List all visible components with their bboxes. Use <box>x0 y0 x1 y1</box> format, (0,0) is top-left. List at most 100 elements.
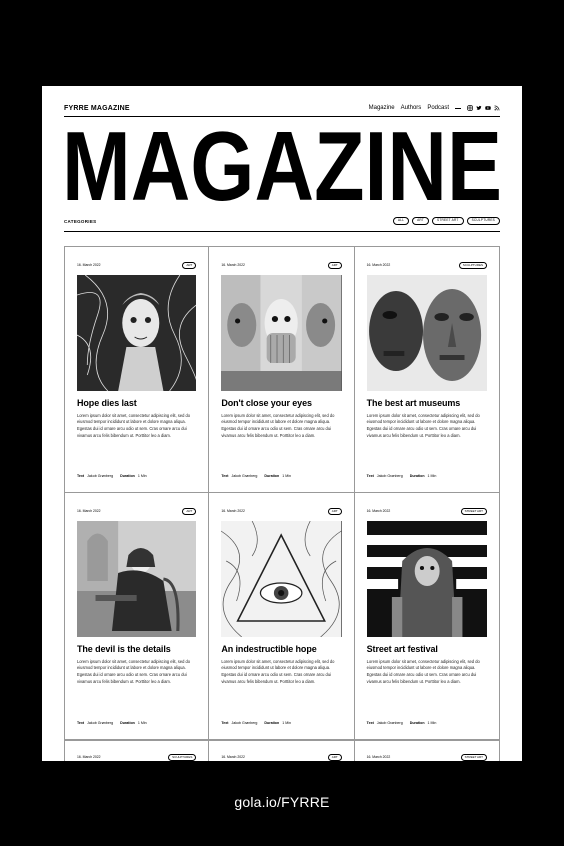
article-tag[interactable]: SCULPTURES <box>458 261 487 269</box>
article-date: 16. March 2022 <box>77 509 101 513</box>
duration-label: Duration <box>120 474 135 478</box>
article-tag[interactable]: STREET ART <box>460 507 487 515</box>
article-title[interactable]: Hope dies last <box>77 398 196 409</box>
text-label: Text <box>366 474 374 478</box>
article-date: 16. March 2022 <box>77 263 101 267</box>
filter-sculptures[interactable]: SCULPTURES <box>466 216 500 226</box>
categories-bar: CATEGORIES ALL ART STREET ART SCULPTURES <box>64 214 500 228</box>
article-excerpt: Lorem ipsum dolor sit amet, consectetur … <box>77 658 191 684</box>
author-name[interactable]: Jakob Grønberg <box>231 721 257 725</box>
nav-divider <box>455 107 461 109</box>
top-navigation: FYRRE MAGAZINE Magazine Authors Podcast <box>64 102 500 114</box>
text-label: Text <box>366 721 374 725</box>
article-image[interactable] <box>366 521 487 637</box>
category-filters: ALL ART STREET ART SCULPTURES <box>392 216 500 226</box>
filter-street-art[interactable]: STREET ART <box>432 216 464 226</box>
article-title[interactable]: An indestructible hope <box>221 644 341 655</box>
duration-value: 1 Min <box>137 721 147 725</box>
article-tag[interactable]: ART <box>327 261 342 269</box>
article-byline: Text Jakob Grønberg Duration 1 Min <box>221 721 291 725</box>
article-image[interactable] <box>366 275 487 391</box>
categories-divider <box>64 231 500 232</box>
duration-value: 1 Min <box>427 474 437 478</box>
article-tag[interactable]: STREET ART <box>460 753 487 761</box>
article-date: 16. March 2022 <box>366 263 391 267</box>
article-card[interactable]: 16. March 2022 ART Don't close your eyes… <box>209 246 355 493</box>
article-byline: Text Jakob Grønberg Duration 1 Min <box>367 474 437 478</box>
header-divider <box>64 116 500 117</box>
article-card[interactable]: 16. March 2022 ART Hope dies last Lorem … <box>64 246 210 493</box>
article-card[interactable]: 16. March 2022 SCULPTURES <box>64 740 210 761</box>
article-date: 16. March 2022 <box>366 755 391 759</box>
article-grid-partial-row: 16. March 2022 SCULPTURES 16. March 2022… <box>64 740 500 761</box>
rss-icon[interactable] <box>494 105 500 111</box>
social-links <box>467 105 500 111</box>
article-excerpt: Lorem ipsum dolor sit amet, consectetur … <box>221 658 335 684</box>
twitter-icon[interactable] <box>476 105 482 111</box>
article-date: 16. March 2022 <box>221 509 245 513</box>
article-card[interactable]: 16. March 2022 ART <box>209 740 355 761</box>
author-name[interactable]: Jakob Grønberg <box>377 474 403 478</box>
article-tag[interactable]: ART <box>327 753 342 761</box>
article-excerpt: Lorem ipsum dolor sit amet, consectetur … <box>77 412 191 438</box>
brand-logo[interactable]: FYRRE MAGAZINE <box>64 105 130 112</box>
duration-value: 1 Min <box>137 474 147 478</box>
masthead-title: MAGAZINE <box>60 120 504 210</box>
youtube-icon[interactable] <box>485 105 491 111</box>
text-label: Text <box>77 474 85 478</box>
nav-item-authors[interactable]: Authors <box>401 105 422 111</box>
article-image[interactable] <box>221 275 342 391</box>
article-card[interactable]: 16. March 2022 ART The devil is the deta… <box>64 493 210 740</box>
article-card[interactable]: 16. March 2022 STREET ART <box>354 740 500 761</box>
nav-item-magazine[interactable]: Magazine <box>369 105 395 111</box>
author-name[interactable]: Jakob Grønberg <box>231 474 257 478</box>
nav-menu: Magazine Authors Podcast <box>369 105 500 111</box>
article-excerpt: Lorem ipsum dolor sit amet, consectetur … <box>366 412 480 438</box>
article-image[interactable] <box>77 275 197 391</box>
duration-value: 1 Min <box>282 721 291 725</box>
article-tag[interactable]: ART <box>182 261 197 269</box>
article-date: 16. March 2022 <box>77 755 101 759</box>
magazine-page: FYRRE MAGAZINE Magazine Authors Podcast … <box>42 86 522 761</box>
article-byline: Text Jakob Grønberg Duration 1 Min <box>367 721 437 725</box>
article-date: 16. March 2022 <box>366 509 391 513</box>
article-title[interactable]: Don't close your eyes <box>221 398 341 409</box>
filter-all[interactable]: ALL <box>392 216 410 226</box>
article-tag[interactable]: ART <box>182 507 197 515</box>
article-card[interactable]: 16. March 2022 ART An indestructible hop… <box>209 493 355 740</box>
author-name[interactable]: Jakob Grønberg <box>87 474 113 478</box>
article-tag[interactable]: SCULPTURES <box>168 753 197 761</box>
duration-label: Duration <box>120 721 135 725</box>
article-title[interactable]: The best art museums <box>367 398 487 409</box>
article-excerpt: Lorem ipsum dolor sit amet, consectetur … <box>366 658 480 684</box>
filter-art[interactable]: ART <box>412 216 430 226</box>
duration-value: 1 Min <box>282 474 291 478</box>
article-title[interactable]: The devil is the details <box>77 644 196 655</box>
article-tag[interactable]: ART <box>327 507 342 515</box>
duration-label: Duration <box>264 721 280 725</box>
text-label: Text <box>221 721 229 725</box>
article-card[interactable]: 16. March 2022 SCULPTURES The best art m… <box>354 246 500 493</box>
article-byline: Text Jakob Grønberg Duration 1 Min <box>77 721 147 725</box>
duration-label: Duration <box>264 474 280 478</box>
article-grid: 16. March 2022 ART Hope dies last Lorem … <box>64 246 500 740</box>
duration-label: Duration <box>409 474 425 478</box>
article-image[interactable] <box>77 521 197 637</box>
nav-item-podcast[interactable]: Podcast <box>427 105 449 111</box>
footer-url[interactable]: gola.io/FYRRE <box>0 794 564 810</box>
article-date: 16. March 2022 <box>221 263 245 267</box>
article-image[interactable] <box>221 521 342 637</box>
duration-value: 1 Min <box>427 721 437 725</box>
masthead-text: MAGAZINE <box>62 120 502 210</box>
article-excerpt: Lorem ipsum dolor sit amet, consectetur … <box>221 412 335 438</box>
article-date: 16. March 2022 <box>221 755 245 759</box>
article-title[interactable]: Street art festival <box>367 644 487 655</box>
article-card[interactable]: 16. March 2022 STREET ART Street art fes… <box>354 493 500 740</box>
instagram-icon[interactable] <box>467 105 473 111</box>
article-byline: Text Jakob Grønberg Duration 1 Min <box>221 474 291 478</box>
author-name[interactable]: Jakob Grønberg <box>377 721 403 725</box>
article-byline: Text Jakob Grønberg Duration 1 Min <box>77 474 147 478</box>
text-label: Text <box>77 721 85 725</box>
duration-label: Duration <box>409 721 425 725</box>
author-name[interactable]: Jakob Grønberg <box>87 721 113 725</box>
